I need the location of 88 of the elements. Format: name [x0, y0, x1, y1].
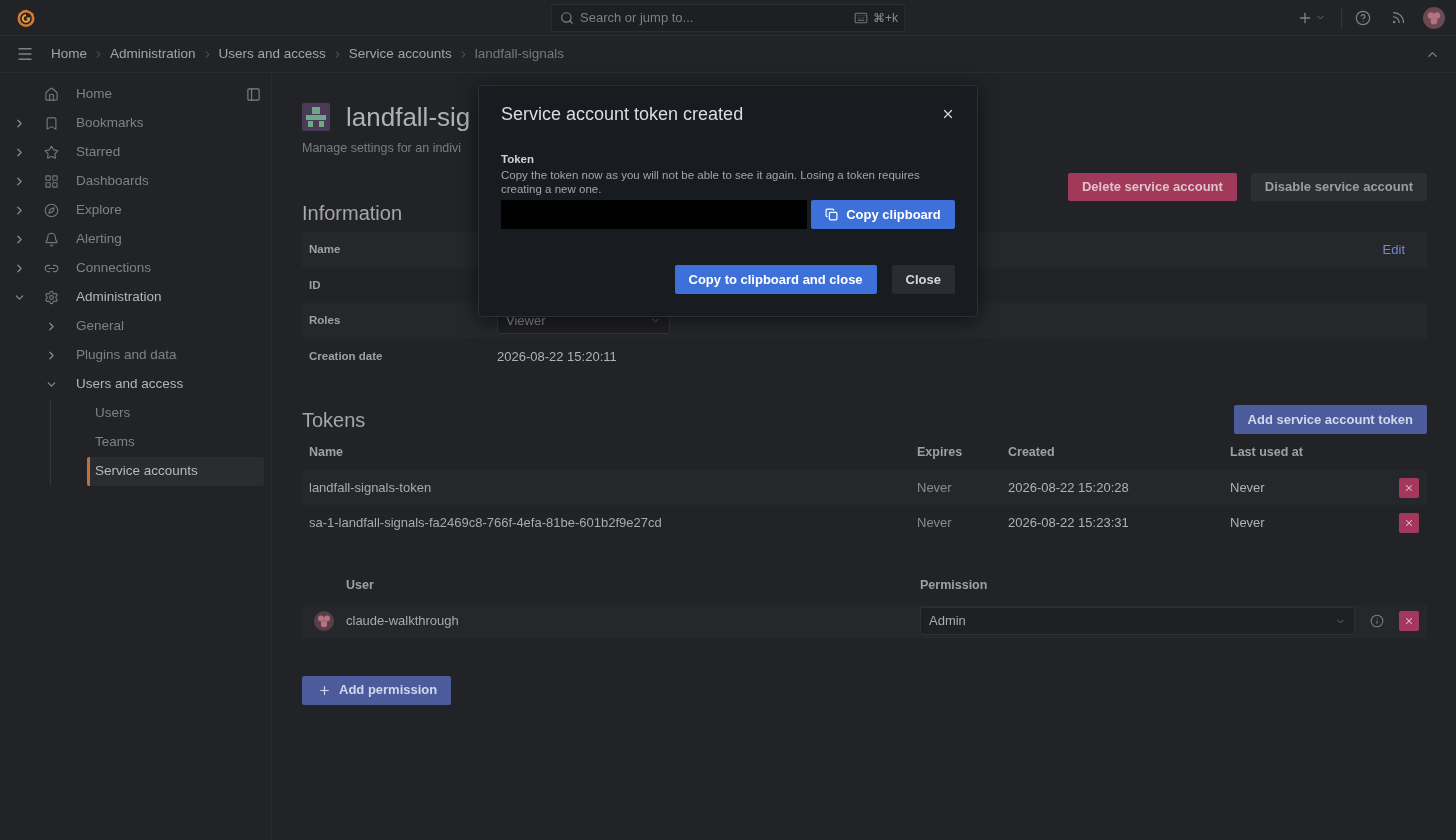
- column-header: Name: [308, 444, 345, 462]
- breadcrumb-link[interactable]: Administration: [110, 43, 196, 65]
- dialog-title: Service account token created: [501, 102, 744, 126]
- table-cell-text: Never: [1229, 513, 1266, 532]
- keyboard-icon: [854, 10, 868, 25]
- copy-and-close-button[interactable]: Copy to clipboard and close: [674, 265, 877, 294]
- home-icon: [43, 87, 59, 102]
- delete-button[interactable]: [1399, 477, 1419, 498]
- sidebar-item[interactable]: Bookmarks: [0, 109, 271, 138]
- cross-icon: [1404, 517, 1414, 528]
- cross-icon: [1404, 616, 1414, 626]
- shortcut-hint: ⌘+k: [873, 9, 898, 27]
- info-icon: [1370, 614, 1384, 628]
- copy-button[interactable]: Copy clipboard: [811, 200, 955, 229]
- edit-link[interactable]: Edit: [1382, 240, 1405, 260]
- copy-icon: [825, 208, 839, 221]
- field-description: Copy the token now as you will not be able to see it again. Losing a token requires creating a new one.: [501, 168, 921, 196]
- token-field[interactable]: [501, 200, 807, 229]
- table-cell-text: Never: [916, 513, 953, 532]
- column-header: Last used at: [1229, 444, 1304, 462]
- delete-button[interactable]: [1399, 512, 1419, 533]
- avatar-icon: [302, 103, 330, 131]
- user-name: claude-walkthrough: [346, 612, 460, 631]
- close-dialog-button[interactable]: Close: [891, 265, 955, 294]
- field-label: Creation date: [309, 348, 384, 364]
- table-cell-text: 2026-08-22 15:23:31: [1007, 513, 1130, 532]
- delete-account-button[interactable]: Delete service account: [1067, 173, 1237, 201]
- search-icon: [560, 10, 574, 25]
- sidebar-item[interactable]: Users: [87, 399, 264, 428]
- add-permission-button[interactable]: Add permission: [302, 675, 452, 705]
- avatar-icon: [313, 610, 335, 632]
- plus-icon: [318, 683, 331, 697]
- permission-select[interactable]: Admin: [920, 607, 1355, 635]
- bookmark-icon: [43, 116, 59, 131]
- sidebar-item[interactable]: Starred: [0, 138, 271, 167]
- panel-icon: [245, 87, 261, 102]
- field-value: 2026-08-22 15:20:11: [497, 347, 617, 366]
- bell-icon: [43, 232, 59, 247]
- rss-icon: [1390, 10, 1406, 25]
- delete-button[interactable]: [1399, 611, 1419, 631]
- disable-account-button[interactable]: Disable service account: [1250, 173, 1427, 201]
- sidebar-item[interactable]: Administration: [0, 283, 271, 312]
- menu-icon: [16, 45, 34, 63]
- column-header: Created: [1007, 444, 1056, 462]
- add-token-button[interactable]: Add service account token: [1233, 405, 1427, 434]
- cross-icon: [1404, 482, 1414, 493]
- sidebar-item[interactable]: Home: [0, 80, 244, 109]
- breadcrumb-link[interactable]: Service accounts: [348, 43, 452, 65]
- sidebar-item[interactable]: Alerting: [0, 225, 271, 254]
- token-name: landfall-signals-token: [308, 478, 433, 497]
- profile-button[interactable]: [1423, 6, 1445, 29]
- sidebar-item[interactable]: Users and access: [0, 370, 271, 399]
- table-cell-text: Never: [1229, 478, 1266, 497]
- field-label: Token: [501, 152, 535, 166]
- table-cell-text: Never: [916, 478, 953, 497]
- section-heading: Tokens: [302, 407, 366, 432]
- sidebar-item[interactable]: Service accounts: [87, 457, 264, 486]
- field-label: Roles: [309, 313, 342, 329]
- section-heading: Information: [302, 201, 403, 225]
- page-title: landfall-sig: [346, 103, 471, 131]
- close-button[interactable]: [941, 107, 955, 121]
- page-subtitle: Manage settings for an indivi: [302, 140, 462, 156]
- sidebar-item[interactable]: Teams: [87, 428, 264, 457]
- compass-icon: [43, 203, 59, 218]
- sidebar-item[interactable]: General: [0, 312, 271, 341]
- token-name: sa-1-landfall-signals-fa2469c8-766f-4efa-81be-601b2f9e27cd: [308, 513, 663, 532]
- sidebar-item[interactable]: Connections: [0, 254, 271, 283]
- breadcrumb-link[interactable]: Users and access: [218, 43, 326, 65]
- field-label: ID: [309, 277, 322, 293]
- column-header: User: [346, 577, 375, 595]
- field-label: Name: [309, 242, 342, 258]
- column-header: Permission: [920, 577, 989, 595]
- breadcrumb-link[interactable]: Home: [51, 43, 87, 65]
- help-icon: [1355, 9, 1371, 26]
- gear-icon: [43, 290, 59, 305]
- sidebar-item[interactable]: Dashboards: [0, 167, 271, 196]
- grid-icon: [43, 174, 59, 189]
- menu-button[interactable]: [16, 45, 34, 63]
- sidebar-item[interactable]: Plugins and data: [0, 341, 271, 370]
- help-button[interactable]: [1354, 8, 1372, 27]
- star-icon: [43, 145, 59, 160]
- sidebar-item[interactable]: Explore: [0, 196, 271, 225]
- logo-icon[interactable]: [16, 7, 36, 28]
- column-header: Expires: [916, 444, 964, 462]
- dock-sidebar-button[interactable]: [244, 85, 262, 104]
- avatar-icon: [1423, 6, 1445, 29]
- table-cell-text: 2026-08-22 15:20:28: [1007, 478, 1130, 497]
- breadcrumb-link[interactable]: landfall-signals: [474, 43, 564, 65]
